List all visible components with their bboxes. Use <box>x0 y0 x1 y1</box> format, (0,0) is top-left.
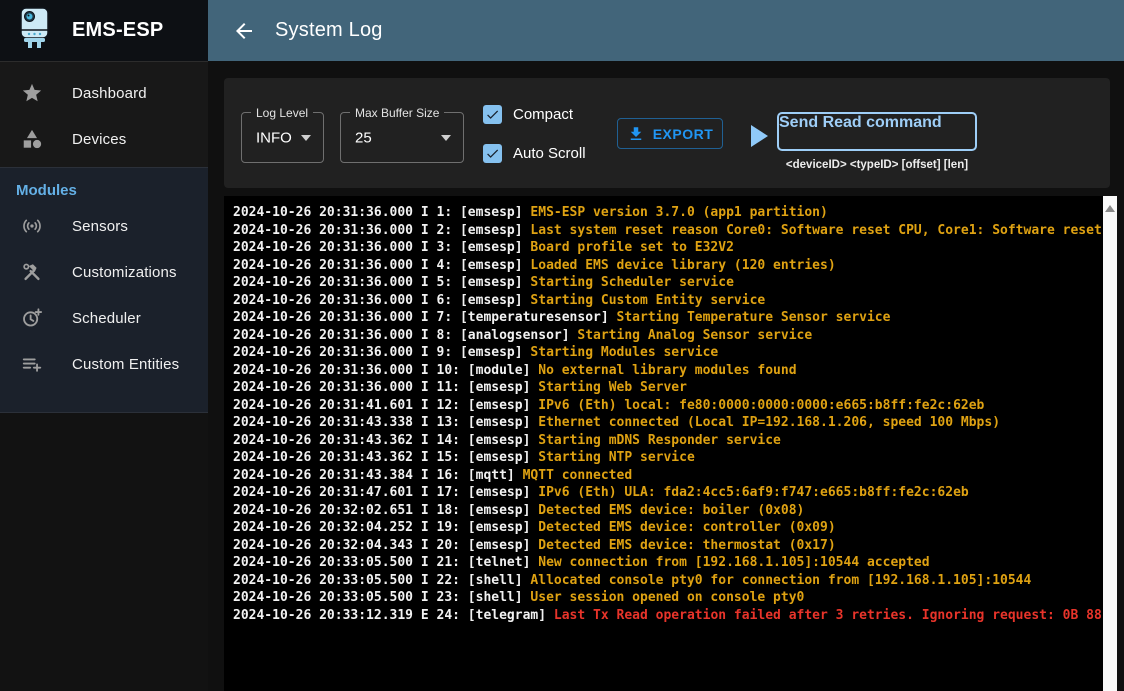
sidebar-item-label: Custom Entities <box>72 356 179 373</box>
sidebar-item-scheduler[interactable]: Scheduler <box>0 295 208 341</box>
log-lines: 2024-10-26 20:31:36.000 I 1: [emsesp] EM… <box>233 204 1103 691</box>
export-button-label: EXPORT <box>653 126 714 142</box>
sidebar-item-label: Dashboard <box>72 85 147 102</box>
log-line: 2024-10-26 20:31:36.000 I 8: [analogsens… <box>233 327 1103 345</box>
send-command-play-icon[interactable] <box>751 125 768 147</box>
sensors-icon <box>20 214 44 238</box>
sidebar-item-label: Devices <box>72 131 126 148</box>
compact-label: Compact <box>513 106 573 123</box>
sidebar-item-label: Customizations <box>72 264 177 281</box>
log-line: 2024-10-26 20:31:43.362 I 15: [emsesp] S… <box>233 449 1103 467</box>
export-button[interactable]: EXPORT <box>617 118 723 149</box>
sidebar-modules-section: Modules Sensors <box>0 167 208 413</box>
chevron-down-icon <box>301 135 311 141</box>
log-line: 2024-10-26 20:32:04.343 I 20: [emsesp] D… <box>233 537 1103 555</box>
max-buffer-label: Max Buffer Size <box>350 106 444 120</box>
log-level-label: Log Level <box>251 106 313 120</box>
appbar: System Log <box>208 0 1124 61</box>
playlist-add-icon <box>20 352 44 376</box>
max-buffer-select[interactable]: Max Buffer Size 25 <box>340 112 464 163</box>
page-title: System Log <box>275 19 383 42</box>
modules-section-header: Modules <box>0 168 208 203</box>
compact-checkbox[interactable] <box>483 105 502 124</box>
log-line: 2024-10-26 20:31:36.000 I 9: [emsesp] St… <box>233 344 1103 362</box>
log-line: 2024-10-26 20:31:41.601 I 12: [emsesp] I… <box>233 397 1103 415</box>
log-line: 2024-10-26 20:32:02.651 I 18: [emsesp] D… <box>233 502 1103 520</box>
category-icon <box>20 127 44 151</box>
log-controls-card: Log Level INFO Max Buffer Size 25 Compac… <box>224 78 1110 188</box>
download-icon <box>627 125 645 143</box>
sidebar: EMS-ESP Dashboard Devices Modules <box>0 0 208 691</box>
scroll-up-arrow-icon <box>1105 205 1115 212</box>
log-line: 2024-10-26 20:31:43.384 I 16: [mqtt] MQT… <box>233 467 1103 485</box>
max-buffer-value: 25 <box>355 129 372 146</box>
send-read-helper-text: <deviceID> <typeID> [offset] [len] <box>777 159 977 171</box>
log-line: 2024-10-26 20:31:47.601 I 17: [emsesp] I… <box>233 484 1103 502</box>
log-line: 2024-10-26 20:33:05.500 I 22: [shell] Al… <box>233 572 1103 590</box>
app-title: EMS-ESP <box>72 19 163 42</box>
auto-scroll-label: Auto Scroll <box>513 145 586 162</box>
log-line: 2024-10-26 20:32:04.252 I 19: [emsesp] D… <box>233 519 1103 537</box>
log-line: 2024-10-26 20:31:36.000 I 6: [emsesp] St… <box>233 292 1103 310</box>
log-line: 2024-10-26 20:31:36.000 I 3: [emsesp] Bo… <box>233 239 1103 257</box>
clock-plus-icon <box>20 306 44 330</box>
log-line: 2024-10-26 20:31:43.338 I 13: [emsesp] E… <box>233 414 1103 432</box>
log-line: 2024-10-26 20:31:36.000 I 4: [emsesp] Lo… <box>233 257 1103 275</box>
log-line: 2024-10-26 20:31:36.000 I 10: [module] N… <box>233 362 1103 380</box>
chevron-down-icon <box>441 135 451 141</box>
auto-scroll-checkbox-row[interactable]: Auto Scroll <box>483 144 586 163</box>
log-line: 2024-10-26 20:33:12.319 E 24: [telegram]… <box>233 607 1103 625</box>
back-arrow-icon[interactable] <box>228 15 260 47</box>
log-line: 2024-10-26 20:33:05.500 I 21: [telnet] N… <box>233 554 1103 572</box>
sidebar-item-custom-entities[interactable]: Custom Entities <box>0 341 208 387</box>
sidebar-item-dashboard[interactable]: Dashboard <box>0 70 208 116</box>
log-line: 2024-10-26 20:31:36.000 I 7: [temperatur… <box>233 309 1103 327</box>
log-line: 2024-10-26 20:31:36.000 I 1: [emsesp] EM… <box>233 204 1103 222</box>
ems-esp-app: EMS-ESP Dashboard Devices Modules <box>0 0 1124 691</box>
log-scrollbar[interactable] <box>1103 196 1117 691</box>
app-logo-row: EMS-ESP <box>0 0 208 61</box>
log-line: 2024-10-26 20:31:36.000 I 5: [emsesp] St… <box>233 274 1103 292</box>
auto-scroll-checkbox[interactable] <box>483 144 502 163</box>
log-level-value: INFO <box>256 129 292 146</box>
sidebar-main-menu: Dashboard Devices <box>0 61 208 167</box>
compact-checkbox-row[interactable]: Compact <box>483 105 573 124</box>
system-log-console[interactable]: 2024-10-26 20:31:36.000 I 1: [emsesp] EM… <box>224 196 1117 691</box>
sidebar-item-label: Scheduler <box>72 310 141 327</box>
sidebar-item-label: Sensors <box>72 218 128 235</box>
sidebar-item-customizations[interactable]: Customizations <box>0 249 208 295</box>
tools-icon <box>20 260 44 284</box>
log-line: 2024-10-26 20:31:36.000 I 2: [emsesp] La… <box>233 222 1103 240</box>
send-read-command-field: Send Read command <box>777 112 977 151</box>
sidebar-item-sensors[interactable]: Sensors <box>0 203 208 249</box>
sidebar-item-devices[interactable]: Devices <box>0 116 208 162</box>
star-icon <box>20 81 44 105</box>
boiler-logo-icon <box>18 7 52 54</box>
log-line: 2024-10-26 20:31:36.000 I 11: [emsesp] S… <box>233 379 1103 397</box>
log-line: 2024-10-26 20:33:05.500 I 23: [shell] Us… <box>233 589 1103 607</box>
log-line: 2024-10-26 20:31:43.362 I 14: [emsesp] S… <box>233 432 1103 450</box>
send-read-command-input[interactable] <box>779 114 975 149</box>
log-level-select[interactable]: Log Level INFO <box>241 112 324 163</box>
